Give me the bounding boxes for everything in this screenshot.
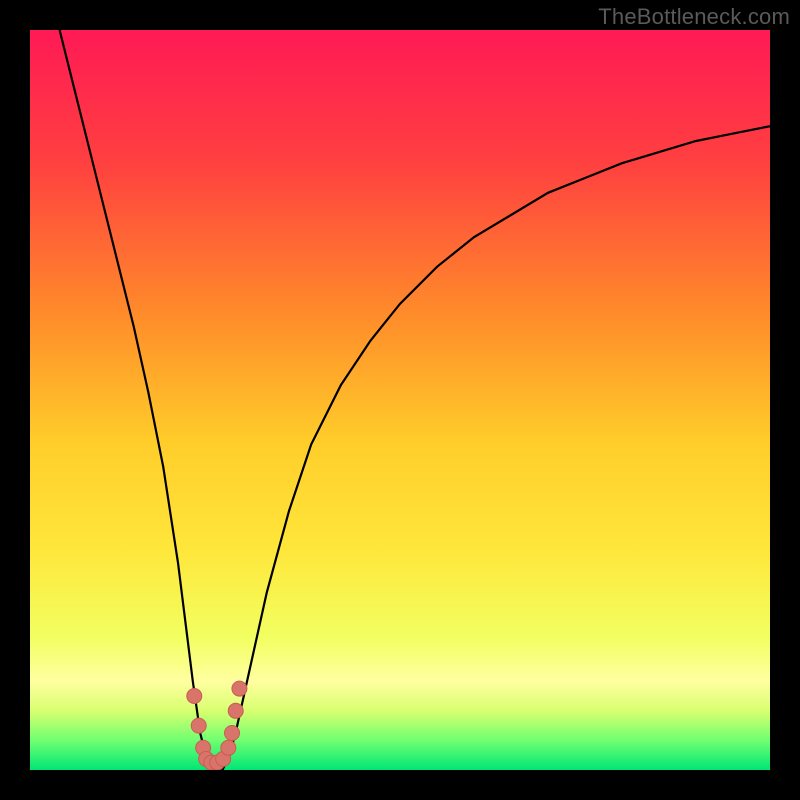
marker-point	[232, 681, 247, 696]
marker-point	[191, 718, 206, 733]
gradient-background	[30, 30, 770, 770]
chart-plot-area	[30, 30, 770, 770]
marker-point	[228, 703, 243, 718]
marker-point	[187, 689, 202, 704]
watermark-text: TheBottleneck.com	[598, 4, 790, 30]
chart-svg	[30, 30, 770, 770]
marker-point	[225, 726, 240, 741]
chart-frame: TheBottleneck.com	[0, 0, 800, 800]
marker-point	[221, 740, 236, 755]
